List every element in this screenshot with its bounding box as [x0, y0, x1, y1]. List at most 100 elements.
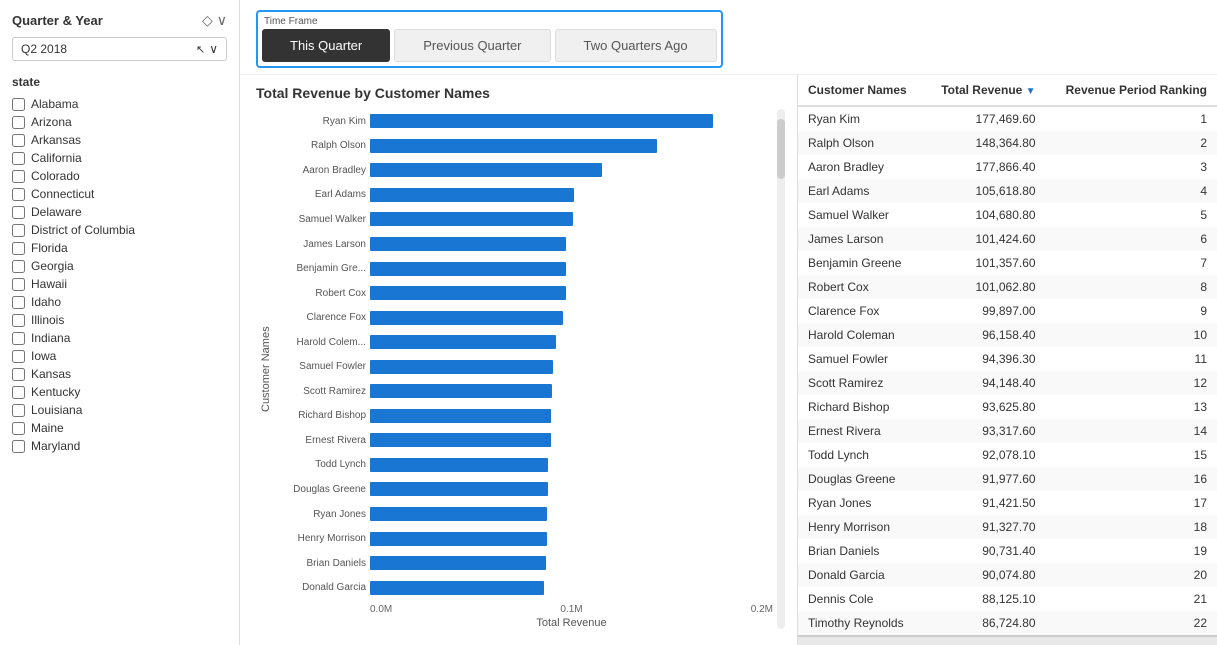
table-row: Scott Ramirez 94,148.40 12	[798, 371, 1217, 395]
state-checkbox[interactable]	[12, 224, 25, 237]
table-row: Donald Garcia 90,074.80 20	[798, 563, 1217, 587]
customer-name: Dennis Cole	[798, 587, 924, 611]
state-checkbox[interactable]	[12, 332, 25, 345]
state-name: Indiana	[31, 331, 70, 345]
state-checkbox[interactable]	[12, 260, 25, 273]
state-checkbox[interactable]	[12, 296, 25, 309]
bar-label: Douglas Greene	[276, 484, 366, 495]
customer-name: Douglas Greene	[798, 467, 924, 491]
table-row: Samuel Fowler 94,396.30 11	[798, 347, 1217, 371]
quarter-value: Q2 2018	[21, 42, 67, 56]
table-header-row: Customer NamesTotal Revenue ▼Revenue Per…	[798, 75, 1217, 106]
table-footer-row: Total 42,279,378.50 1	[798, 636, 1217, 645]
state-item: Colorado	[12, 169, 227, 183]
quarter-dropdown-arrow: ↖ ∨	[196, 42, 218, 56]
bar-track	[370, 433, 765, 447]
bar-label: Donald Garcia	[276, 582, 366, 593]
bar-track	[370, 114, 765, 128]
customer-name: Samuel Walker	[798, 203, 924, 227]
chart-area: Total Revenue by Customer Names Customer…	[240, 75, 797, 645]
bar-label: Samuel Walker	[276, 214, 366, 225]
total-revenue: 94,396.30	[924, 347, 1046, 371]
table-col-header-name[interactable]: Customer Names	[798, 75, 924, 106]
bar-row: Ryan Jones	[276, 505, 765, 523]
table-row: Harold Coleman 96,158.40 10	[798, 323, 1217, 347]
bar-fill	[370, 360, 553, 374]
time-frame-box: Time Frame This QuarterPrevious QuarterT…	[256, 10, 723, 68]
revenue-ranking: 22	[1046, 611, 1217, 636]
bar-row: Benjamin Gre...	[276, 260, 765, 278]
bar-fill	[370, 433, 551, 447]
bar-fill	[370, 188, 574, 202]
table-row: Richard Bishop 93,625.80 13	[798, 395, 1217, 419]
state-checkbox[interactable]	[12, 134, 25, 147]
state-name: Alabama	[31, 97, 78, 111]
revenue-ranking: 8	[1046, 275, 1217, 299]
total-revenue: 148,364.80	[924, 131, 1046, 155]
revenue-ranking: 20	[1046, 563, 1217, 587]
customer-name: Harold Coleman	[798, 323, 924, 347]
scroll-indicator[interactable]	[777, 109, 785, 629]
col-label: Total Revenue	[941, 83, 1022, 97]
revenue-ranking: 6	[1046, 227, 1217, 251]
quarter-dropdown[interactable]: Q2 2018 ↖ ∨	[12, 37, 227, 61]
chart-wrapper: Customer Names Ryan Kim Ralph Olson Aaro…	[256, 109, 789, 629]
dropdown-toggle-icon[interactable]: ∨	[217, 12, 227, 29]
bar-track	[370, 507, 765, 521]
table-col-header-revenue[interactable]: Total Revenue ▼	[924, 75, 1046, 106]
state-checkbox[interactable]	[12, 278, 25, 291]
bar-track	[370, 556, 765, 570]
table-row: Earl Adams 105,618.80 4	[798, 179, 1217, 203]
state-item: California	[12, 151, 227, 165]
bar-track	[370, 139, 765, 153]
state-checkbox[interactable]	[12, 314, 25, 327]
total-revenue: 101,062.80	[924, 275, 1046, 299]
bar-row: Samuel Walker	[276, 210, 765, 228]
time-frame-label: Time Frame	[262, 16, 717, 27]
state-checkbox[interactable]	[12, 242, 25, 255]
bar-label: Clarence Fox	[276, 312, 366, 323]
cursor-icon: ↖	[196, 43, 205, 56]
chevron-down-icon: ∨	[209, 42, 218, 56]
state-checkbox[interactable]	[12, 350, 25, 363]
state-checkbox[interactable]	[12, 368, 25, 381]
tf-btn-this-quarter[interactable]: This Quarter	[262, 29, 390, 62]
bar-track	[370, 458, 765, 472]
state-checkbox[interactable]	[12, 98, 25, 111]
total-revenue: 92,078.10	[924, 443, 1046, 467]
state-checkbox[interactable]	[12, 386, 25, 399]
state-item: Delaware	[12, 205, 227, 219]
total-revenue: 177,469.60	[924, 106, 1046, 131]
bar-chart: Ryan Kim Ralph Olson Aaron Bradley Earl …	[276, 109, 773, 600]
state-checkbox[interactable]	[12, 422, 25, 435]
total-revenue: 94,148.40	[924, 371, 1046, 395]
bar-label: Benjamin Gre...	[276, 263, 366, 274]
tf-btn-two-quarters-ago[interactable]: Two Quarters Ago	[555, 29, 717, 62]
state-checkbox[interactable]	[12, 170, 25, 183]
filter-title: Quarter & Year	[12, 13, 103, 28]
time-frame-buttons: This QuarterPrevious QuarterTwo Quarters…	[262, 29, 717, 62]
bar-track	[370, 262, 765, 276]
state-name: Iowa	[31, 349, 56, 363]
state-checkbox[interactable]	[12, 440, 25, 453]
table-col-header-ranking[interactable]: Revenue Period Ranking	[1046, 75, 1217, 106]
bar-fill	[370, 212, 573, 226]
state-checkbox[interactable]	[12, 188, 25, 201]
customer-name: Scott Ramirez	[798, 371, 924, 395]
state-checkbox[interactable]	[12, 116, 25, 129]
customer-name: Donald Garcia	[798, 563, 924, 587]
state-checkbox[interactable]	[12, 206, 25, 219]
table-row: Dennis Cole 88,125.10 21	[798, 587, 1217, 611]
clear-filter-icon[interactable]: ◇	[202, 12, 213, 29]
bar-fill	[370, 114, 713, 128]
state-checkbox[interactable]	[12, 404, 25, 417]
state-checkbox[interactable]	[12, 152, 25, 165]
total-revenue: 177,866.40	[924, 155, 1046, 179]
customer-name: Ernest Rivera	[798, 419, 924, 443]
bar-row: Henry Morrison	[276, 530, 765, 548]
tf-btn-previous-quarter[interactable]: Previous Quarter	[394, 29, 550, 62]
customer-name: Robert Cox	[798, 275, 924, 299]
state-name: California	[31, 151, 82, 165]
bar-fill	[370, 532, 547, 546]
state-item: Georgia	[12, 259, 227, 273]
